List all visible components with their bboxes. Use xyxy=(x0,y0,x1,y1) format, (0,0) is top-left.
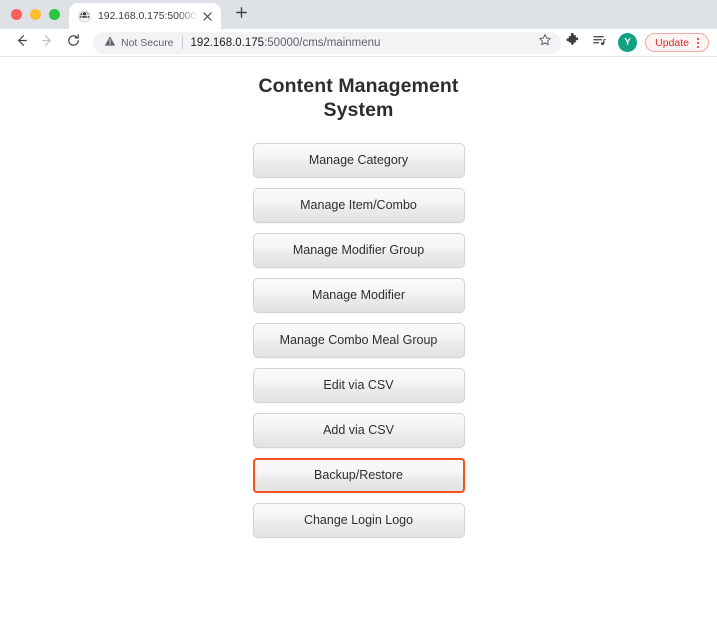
extensions-button[interactable] xyxy=(560,31,584,55)
url-text: 192.168.0.175:50000/cms/mainmenu xyxy=(191,37,381,49)
globe-icon xyxy=(78,10,91,23)
browser-toolbar: Not Secure 192.168.0.175:50000/cms/mainm… xyxy=(0,29,717,57)
bookmark-button[interactable] xyxy=(533,31,557,55)
page-title: Content Management System xyxy=(258,75,459,121)
plus-icon xyxy=(235,6,248,24)
url-path: :50000/cms/mainmenu xyxy=(264,36,381,49)
kebab-menu-icon[interactable] xyxy=(691,35,705,51)
address-bar[interactable]: Not Secure 192.168.0.175:50000/cms/mainm… xyxy=(93,31,562,54)
close-icon[interactable] xyxy=(200,9,215,24)
reading-list-icon xyxy=(592,33,607,53)
forward-button[interactable] xyxy=(34,30,60,56)
close-window-button[interactable] xyxy=(11,9,22,20)
menu-button-manage-modifier[interactable]: Manage Modifier xyxy=(252,277,465,313)
forward-arrow-icon xyxy=(40,33,55,53)
minimize-window-button[interactable] xyxy=(30,9,41,20)
extensions-icon xyxy=(565,32,580,53)
reload-icon xyxy=(66,33,81,53)
omnibox-divider xyxy=(181,36,183,49)
menu-button-backup-restore[interactable]: Backup/Restore xyxy=(252,457,465,493)
avatar[interactable]: Y xyxy=(618,33,638,52)
url-host: 192.168.0.175 xyxy=(190,36,265,49)
site-security-indicator[interactable]: Not Secure xyxy=(104,34,174,52)
main-menu-list: Manage Category Manage Item/Combo Manage… xyxy=(252,142,465,538)
menu-button-add-via-csv[interactable]: Add via CSV xyxy=(252,412,465,448)
tab-strip: 192.168.0.175:50000/cms/mai xyxy=(0,0,717,29)
window-controls xyxy=(0,0,69,29)
menu-button-manage-combo-meal-group[interactable]: Manage Combo Meal Group xyxy=(252,322,465,358)
new-tab-button[interactable] xyxy=(228,2,254,28)
browser-window: 192.168.0.175:50000/cms/mai xyxy=(0,0,717,618)
back-arrow-icon xyxy=(14,33,29,53)
star-icon xyxy=(538,33,552,52)
update-button[interactable]: Update xyxy=(645,33,709,52)
reading-list-button[interactable] xyxy=(587,31,611,55)
back-button[interactable] xyxy=(8,30,34,56)
update-label: Update xyxy=(655,36,689,49)
menu-button-change-login-logo[interactable]: Change Login Logo xyxy=(252,502,465,538)
page-viewport: Content Management System Manage Categor… xyxy=(0,57,717,618)
browser-tab[interactable]: 192.168.0.175:50000/cms/mai xyxy=(69,3,221,29)
tab-title: 192.168.0.175:50000/cms/mai xyxy=(98,10,198,22)
security-label: Not Secure xyxy=(121,36,174,49)
menu-button-manage-category[interactable]: Manage Category xyxy=(252,142,465,178)
menu-button-edit-via-csv[interactable]: Edit via CSV xyxy=(252,367,465,403)
cms-main-menu-page: Content Management System Manage Categor… xyxy=(0,57,717,538)
menu-button-manage-item-combo[interactable]: Manage Item/Combo xyxy=(252,187,465,223)
reload-button[interactable] xyxy=(60,30,86,56)
warning-triangle-icon xyxy=(104,34,116,52)
menu-button-manage-modifier-group[interactable]: Manage Modifier Group xyxy=(252,232,465,268)
maximize-window-button[interactable] xyxy=(49,9,60,20)
